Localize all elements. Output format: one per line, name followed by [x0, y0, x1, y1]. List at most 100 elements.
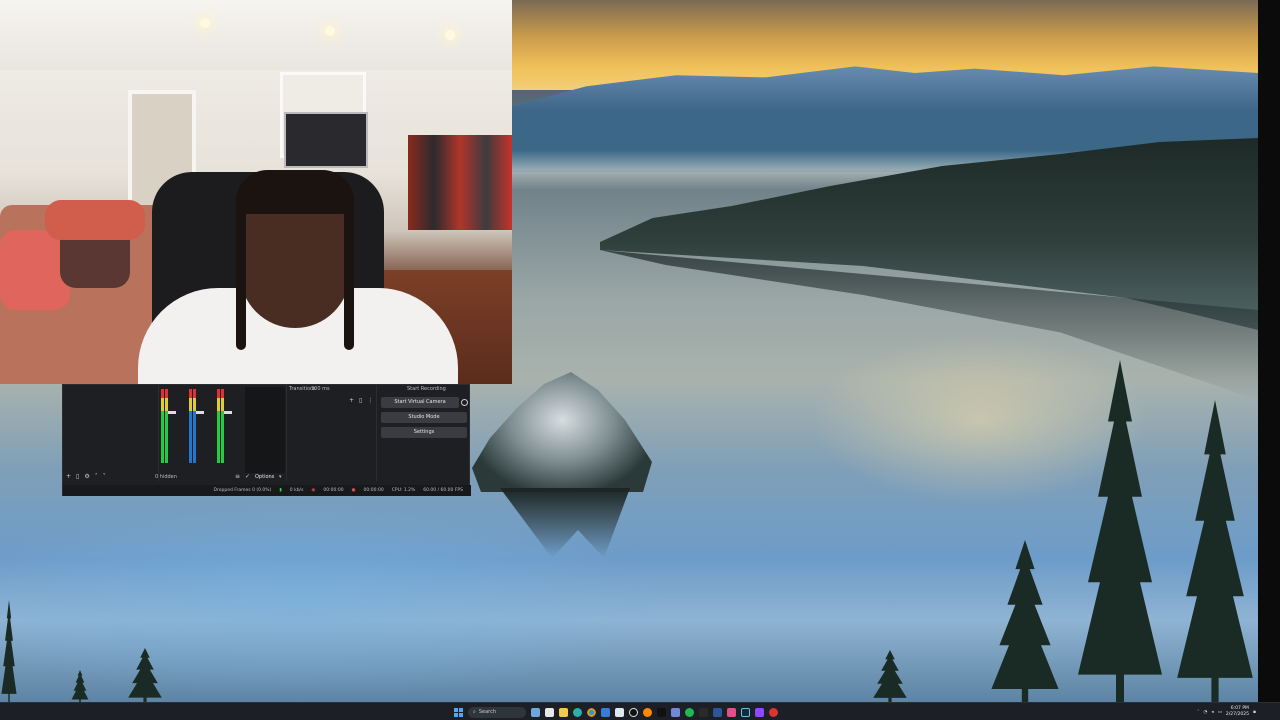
spotify-icon[interactable] [685, 707, 694, 717]
scenes-toolbar: + ▯ ⚙ ˄ ˅ [66, 473, 106, 480]
transitions-toolbar: + ▯ ⋮ [349, 397, 373, 404]
cam-ceiling-light [445, 30, 455, 40]
battery-icon[interactable]: ▭ [1218, 710, 1222, 715]
volume-fader[interactable] [224, 411, 232, 414]
move-down-icon[interactable]: ˅ [103, 473, 106, 480]
widgets-icon[interactable] [531, 707, 540, 717]
taskbar: ⌕ Search ˄ ◔ ◂ ▭ 6:07 PM 2/27/2025 ▪ [0, 702, 1280, 720]
word-icon[interactable] [713, 707, 722, 717]
cam-person-hair [236, 170, 354, 214]
trash-icon[interactable]: ▯ [359, 397, 362, 404]
options-toolbar: ≡ ✓ [235, 473, 250, 480]
checkmark-icon[interactable]: ✓ [245, 473, 250, 480]
cpu-usage: CPU: 1.2% [391, 488, 416, 493]
start-icon[interactable] [454, 707, 463, 717]
volume-meter [217, 389, 220, 463]
wallpaper-tree [128, 648, 162, 702]
fps-status: 60.00 / 60.00 FPS [423, 488, 463, 493]
virtual-camera-settings-icon[interactable] [461, 399, 468, 406]
search-placeholder: Search [478, 708, 496, 715]
volume-fader[interactable] [196, 411, 204, 414]
record-icon[interactable] [769, 707, 778, 717]
cam-pillow [45, 200, 145, 240]
volume-meter [165, 389, 168, 463]
obs-icon[interactable] [629, 707, 638, 717]
settings-button[interactable]: Settings [381, 427, 467, 438]
record-status-icon: ● [351, 488, 356, 493]
steam-icon[interactable] [741, 707, 750, 717]
mixer-channel [217, 389, 235, 467]
streaming-time: 00:00:00 [323, 488, 344, 493]
recording-time: 00:00:00 [363, 488, 384, 493]
dropped-frames-status: Dropped Frames 0 (0.0%) [213, 488, 272, 493]
mixer-empty-area [245, 387, 285, 473]
start-virtual-camera-button[interactable]: Start Virtual Camera [381, 397, 459, 408]
add-icon[interactable]: + [349, 397, 354, 404]
taskbar-search[interactable]: ⌕ Search [468, 706, 526, 718]
clock-date: 2/27/2025 [1225, 712, 1249, 717]
options-button[interactable]: Options [255, 474, 274, 480]
mixer-channel [161, 389, 179, 467]
more-icon[interactable]: ⋮ [367, 397, 373, 404]
store-icon[interactable] [601, 707, 610, 717]
netflix-icon[interactable] [657, 707, 666, 717]
wallpaper-tree [1078, 360, 1162, 702]
mixer-channel [189, 389, 207, 467]
taskbar-apps: ⌕ Search [454, 705, 778, 719]
cam-arcade-hoop [284, 112, 368, 168]
volume-meter [193, 389, 196, 463]
cam-ceiling-light [325, 26, 335, 36]
chevron-up-icon[interactable]: ˄ [1197, 710, 1199, 715]
wifi-icon[interactable]: ◔ [1203, 710, 1207, 715]
notification-icon[interactable]: ▪ [1253, 710, 1256, 715]
wallpaper-tree [991, 540, 1059, 702]
stream-status-icon: ◉ [311, 488, 316, 493]
wallpaper-tree [1177, 400, 1253, 702]
network-status-icon: ▮ [279, 488, 282, 493]
volume-meter [221, 389, 224, 463]
bitrate-status: 0 kb/s [289, 488, 304, 493]
list-icon[interactable]: ≡ [235, 473, 240, 480]
volume-meter [189, 389, 192, 463]
controls-dock: Start Recording Start Virtual Camera Stu… [377, 385, 471, 481]
wallpaper-island [472, 372, 652, 492]
webcam-preview [0, 0, 512, 384]
edge-icon[interactable] [573, 707, 582, 717]
volume-fader[interactable] [168, 411, 176, 414]
wallpaper-tree [1, 600, 17, 702]
firefox-icon[interactable] [643, 707, 652, 717]
wallpaper-island-reflection [500, 488, 630, 558]
studio-mode-button[interactable]: Studio Mode [381, 412, 467, 423]
transition-duration[interactable]: 300 ms [311, 386, 330, 392]
chevron-down-icon[interactable]: ▾ [279, 474, 282, 480]
cam-person-braid [236, 200, 246, 350]
volume-icon[interactable]: ◂ [1211, 710, 1213, 715]
file-explorer-icon[interactable] [559, 707, 568, 717]
photos-icon[interactable] [727, 707, 736, 717]
wallpaper-tree [71, 670, 89, 702]
gear-icon[interactable]: ⚙ [84, 473, 89, 480]
start-recording-button[interactable]: Start Recording [407, 386, 446, 392]
chrome-icon[interactable] [587, 707, 596, 717]
cam-clothing-rack [408, 135, 512, 230]
transitions-dock: Transitions 300 ms + ▯ ⋮ ≡ ✓ Options ▾ [235, 385, 377, 481]
twitch-icon[interactable] [755, 707, 764, 717]
cam-ceiling [0, 0, 512, 70]
screen-edge [1258, 0, 1280, 702]
cam-person-braid [344, 200, 354, 350]
discord-icon[interactable] [671, 707, 680, 717]
hidden-count-label: 0 hidden [155, 474, 177, 480]
search-icon: ⌕ [473, 708, 476, 715]
add-icon[interactable]: + [66, 473, 71, 480]
clock[interactable]: 6:07 PM 2/27/2025 [1226, 706, 1249, 718]
move-up-icon[interactable]: ˄ [95, 473, 98, 480]
task-view-icon[interactable] [545, 707, 554, 717]
volume-meter [161, 389, 164, 463]
wallpaper-tree [873, 650, 907, 702]
trash-icon[interactable]: ▯ [76, 473, 79, 480]
terminal-icon[interactable] [699, 707, 708, 717]
mail-icon[interactable] [615, 707, 624, 717]
system-tray: ˄ ◔ ◂ ▭ 6:07 PM 2/27/2025 ▪ [1197, 705, 1256, 719]
obs-window: + ▯ ⚙ ˄ ˅ 0 hidden Transitions 300 ms + … [62, 384, 471, 496]
audio-mixer-dock: 0 hidden [155, 385, 287, 481]
